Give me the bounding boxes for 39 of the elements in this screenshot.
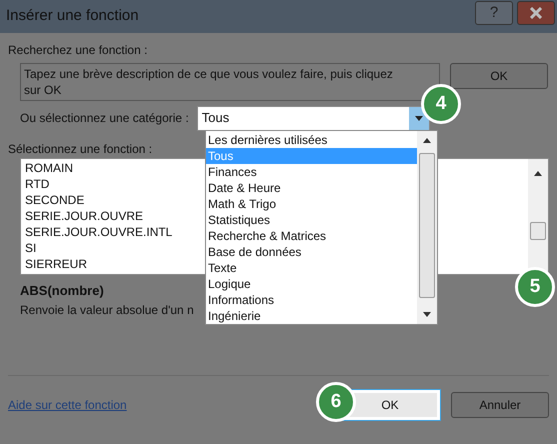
category-option[interactable]: Finances [206,164,417,180]
function-item[interactable]: SI [25,240,36,256]
scroll-thumb[interactable] [530,222,546,240]
function-signature: ABS(nombre) [20,282,104,297]
close-icon [530,7,542,19]
function-item[interactable]: SIERREUR [25,256,88,272]
close-button[interactable] [517,1,555,25]
scroll-thumb[interactable] [419,153,435,298]
function-item[interactable]: SERIE.JOUR.OUVRE [25,208,144,224]
dialog-button[interactable]: Annuler [451,392,549,418]
scrollbar[interactable] [417,131,437,324]
category-label: Ou sélectionnez une catégorie : [20,110,189,127]
dropdown-value: Tous [200,109,230,128]
category-option[interactable]: Informations [206,292,417,308]
category-option[interactable]: Date & Heure [206,180,417,196]
category-option[interactable]: Ingénierie [206,308,417,324]
step-badge: 5 [515,267,555,307]
window-title: Insérer une fonction [6,6,139,26]
function-item[interactable]: SECONDE [25,192,84,208]
function-item[interactable]: RTD [25,176,50,192]
function-description: Renvoie la valeur absolue d'un n [20,302,194,317]
search-ok-button[interactable]: OK [450,63,548,89]
scroll-up-icon[interactable] [423,138,431,143]
scroll-up-icon[interactable] [534,171,542,176]
function-item[interactable]: SERIE.JOUR.OUVRE.INTL [25,224,172,240]
category-option[interactable]: Les dernières utilisées [206,132,417,148]
category-option[interactable]: Math & Trigo [206,196,417,212]
scroll-down-icon[interactable] [423,312,431,317]
function-item[interactable]: ROMAIN [25,160,73,176]
category-option[interactable]: Recherche & Matrices [206,228,417,244]
step-badge: 6 [316,382,356,422]
category-dropdown[interactable]: Tous [196,106,430,130]
category-option[interactable]: Base de données [206,244,417,260]
category-option[interactable]: Statistiques [206,212,417,228]
function-label: Sélectionnez une fonction : [8,141,152,156]
scrollbar[interactable] [528,159,548,274]
category-option[interactable]: Texte [206,260,417,276]
search-label: Recherchez une fonction : [8,42,148,57]
category-option[interactable]: Logique [206,276,417,292]
